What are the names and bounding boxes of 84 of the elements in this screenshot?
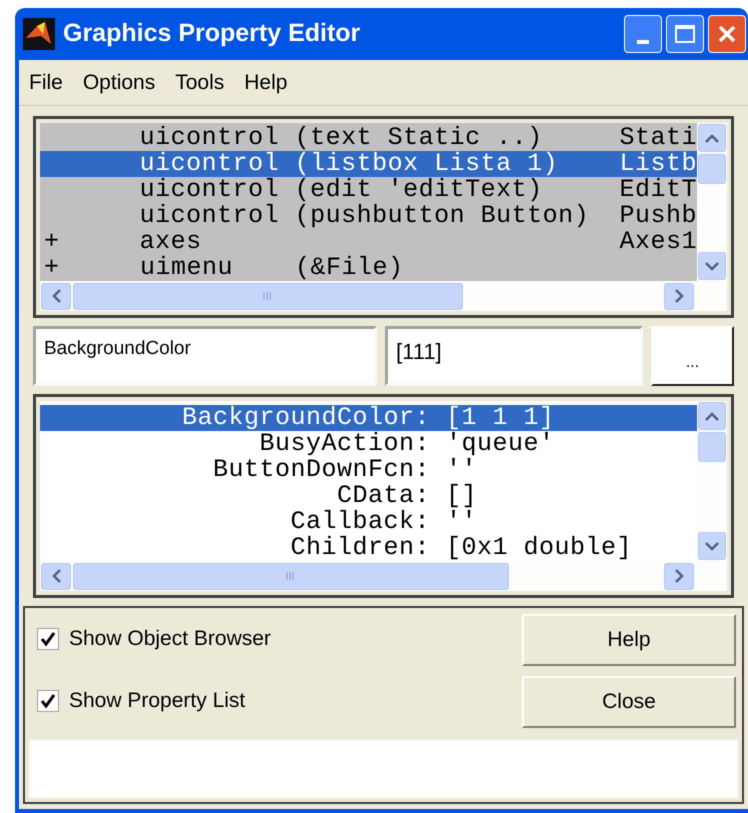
check-icon — [40, 693, 56, 709]
property-name: BusyAction: — [259, 431, 430, 457]
scroll-thumb[interactable] — [698, 154, 726, 184]
property-row[interactable]: Children: [0x1 double] — [40, 535, 697, 561]
property-name: ButtonDownFcn: — [212, 457, 430, 483]
property-value: [] — [445, 483, 478, 509]
maximize-button[interactable] — [666, 15, 704, 53]
grip-icon — [263, 291, 273, 301]
vertical-scrollbar[interactable] — [697, 401, 727, 561]
checkbox-label: Show Property List — [69, 688, 246, 714]
property-name-field[interactable]: BackgroundColor — [33, 326, 377, 386]
checkbox[interactable] — [37, 628, 59, 650]
object-label: axes — [140, 229, 202, 255]
vertical-scrollbar[interactable] — [697, 123, 727, 281]
property-name: BackgroundColor: — [180, 405, 430, 431]
app-logo-icon — [23, 18, 55, 50]
scroll-up-button[interactable] — [698, 124, 726, 152]
property-value: '' — [445, 509, 478, 535]
property-value: [0x1 double] — [445, 535, 632, 561]
object-label: uicontrol (listbox Lista 1) — [140, 151, 560, 177]
expander[interactable]: + — [40, 255, 140, 281]
object-label: uimenu (&File) — [140, 255, 405, 281]
object-row[interactable]: + axes Axes1 — [40, 229, 697, 255]
scroll-left-button[interactable] — [41, 562, 71, 590]
property-name: Callback: — [289, 509, 430, 535]
object-row[interactable]: uicontrol (text Static ..) Stati — [40, 125, 697, 151]
scroll-left-button[interactable] — [41, 282, 71, 310]
property-row[interactable]: BackgroundColor: [1 1 1] — [40, 405, 697, 431]
scroll-thumb[interactable] — [73, 562, 509, 590]
chevron-up-icon — [705, 134, 719, 142]
property-value-field[interactable]: [111] — [385, 326, 643, 386]
scroll-thumb[interactable] — [698, 432, 726, 462]
object-row[interactable]: + uimenu (&File) — [40, 255, 697, 281]
object-tag: Axes1 — [619, 229, 697, 255]
checkbox[interactable] — [37, 690, 59, 712]
dialog-button[interactable]: Help — [522, 614, 736, 666]
scroll-thumb[interactable] — [73, 282, 463, 310]
menu-item[interactable]: Tools — [175, 66, 224, 98]
close-button[interactable] — [708, 15, 746, 53]
scroll-right-button[interactable] — [664, 282, 694, 310]
scroll-right-button[interactable] — [664, 562, 694, 590]
object-tag: Stati — [619, 125, 697, 151]
close-icon — [717, 24, 737, 44]
chevron-up-icon — [705, 412, 719, 420]
property-value: '' — [445, 457, 478, 483]
menu-item[interactable]: Options — [82, 66, 156, 98]
browse-button[interactable]: ... — [651, 326, 734, 386]
chevron-down-icon — [705, 262, 719, 270]
chevron-down-icon — [705, 542, 719, 550]
property-row[interactable]: CData: [] — [40, 483, 697, 509]
object-tag: EditT — [619, 177, 697, 203]
scroll-up-button[interactable] — [698, 402, 726, 430]
property-name: CData: — [336, 483, 430, 509]
object-tag: Listb — [619, 151, 697, 177]
scroll-down-button[interactable] — [698, 532, 726, 560]
dialog-button[interactable]: Close — [522, 676, 736, 728]
property-row[interactable]: Callback: '' — [40, 509, 697, 535]
checkbox-label: Show Object Browser — [69, 626, 271, 652]
object-label: uicontrol (pushbutton Button) — [140, 203, 590, 229]
object-row[interactable]: uicontrol (edit 'editText) EditT — [40, 177, 697, 203]
scroll-down-button[interactable] — [698, 252, 726, 280]
menu-item[interactable]: File — [29, 66, 63, 98]
horizontal-scrollbar[interactable] — [40, 561, 727, 591]
property-row[interactable]: ButtonDownFcn: '' — [40, 457, 697, 483]
property-row[interactable]: BusyAction: 'queue' — [40, 431, 697, 457]
chevron-right-icon — [674, 569, 684, 583]
check-icon — [40, 631, 56, 647]
menu-item[interactable]: Help — [244, 66, 288, 98]
property-value: 'queue' — [445, 431, 555, 457]
object-tag: Pushb — [619, 203, 697, 229]
chevron-right-icon — [674, 289, 684, 303]
grip-icon — [286, 571, 296, 581]
object-label: uicontrol (edit 'editText) — [140, 177, 543, 203]
expander[interactable]: + — [40, 229, 140, 255]
horizontal-scrollbar[interactable] — [40, 281, 727, 311]
chevron-left-icon — [52, 289, 60, 303]
property-value: [1 1 1] — [445, 405, 555, 431]
minimize-button[interactable] — [624, 15, 662, 53]
object-row[interactable]: uicontrol (listbox Lista 1) Listb — [40, 151, 697, 177]
window-title: Graphics Property Editor — [63, 18, 362, 50]
object-label: uicontrol (text Static ..) — [140, 125, 543, 151]
chevron-left-icon — [52, 569, 60, 583]
object-row[interactable]: uicontrol (pushbutton Button) Pushb — [40, 203, 697, 229]
property-name: Children: — [289, 535, 430, 561]
